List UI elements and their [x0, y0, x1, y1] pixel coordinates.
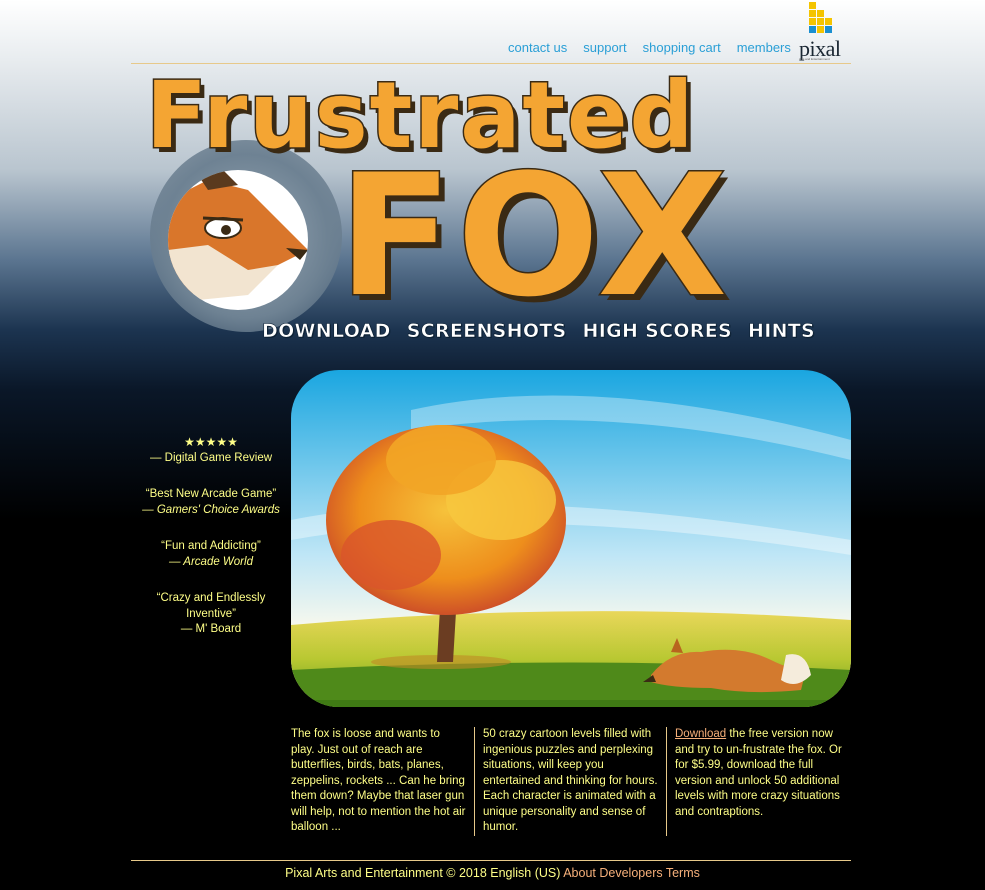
info-column-story: The fox is loose and wants to play. Just… [291, 727, 475, 836]
fox-avatar [168, 170, 308, 310]
main-nav: DOWNLOAD SCREENSHOTS HIGH SCORES HINTS [262, 320, 815, 343]
review-source: — Gamers' Choice Awards [142, 503, 280, 516]
info-column-features: 50 crazy cartoon levels filled with inge… [475, 727, 667, 836]
nav-download[interactable]: DOWNLOAD [262, 320, 391, 343]
review-item: “Best New Arcade Game” — Gamers' Choice … [140, 487, 282, 518]
review-source: — Digital Game Review [149, 451, 273, 464]
logo-subtext: Arts and Entertainment [799, 57, 830, 61]
nav-hints[interactable]: HINTS [748, 320, 815, 343]
footer-about-link[interactable]: About [563, 866, 596, 880]
info-column-download: Download the free version now and try to… [667, 727, 851, 836]
fox-face-icon [168, 170, 308, 300]
title-fox: FOX [336, 137, 732, 336]
footer: Pixal Arts and Entertainment © 2018 Engl… [0, 866, 985, 880]
top-nav: contact us support shopping cart members [508, 40, 791, 55]
review-quote: “Best New Arcade Game” [145, 488, 277, 500]
review-item: ★★★★★ — Digital Game Review [140, 435, 282, 466]
footer-terms-link[interactable]: Terms [666, 866, 700, 880]
review-source: — Arcade World [169, 555, 253, 568]
review-item: “Fun and Addicting” — Arcade World [140, 539, 282, 570]
review-quote: “Fun and Addicting” [161, 540, 261, 552]
review-item: “Crazy and Endlessly Inventive” — M' Boa… [140, 591, 282, 638]
download-link[interactable]: Download [675, 728, 726, 740]
logo-mark-icon [809, 2, 832, 33]
footer-developers-link[interactable]: Developers [599, 866, 662, 880]
bottom-divider [131, 860, 851, 861]
hero-illustration [291, 370, 851, 707]
pixal-logo[interactable]: pixal Arts and Entertainment [797, 2, 853, 62]
nav-screenshots[interactable]: SCREENSHOTS [406, 320, 566, 343]
review-source: — M' Board [180, 623, 242, 635]
download-description: the free version now and try to un-frust… [675, 728, 842, 818]
shopping-cart-link[interactable]: shopping cart [643, 40, 721, 55]
nav-high-scores[interactable]: HIGH SCORES [582, 320, 732, 343]
info-columns: The fox is loose and wants to play. Just… [291, 727, 851, 836]
support-link[interactable]: support [583, 40, 626, 55]
autumn-landscape-image [291, 370, 851, 707]
review-rating-stars: ★★★★★ [184, 435, 238, 449]
reviews-list: ★★★★★ — Digital Game Review “Best New Ar… [140, 435, 282, 659]
review-quote: “Crazy and Endlessly Inventive” [156, 592, 266, 620]
members-link[interactable]: members [737, 40, 791, 55]
contact-us-link[interactable]: contact us [508, 40, 567, 55]
footer-copyright: Pixal Arts and Entertainment © 2018 Engl… [285, 866, 561, 880]
